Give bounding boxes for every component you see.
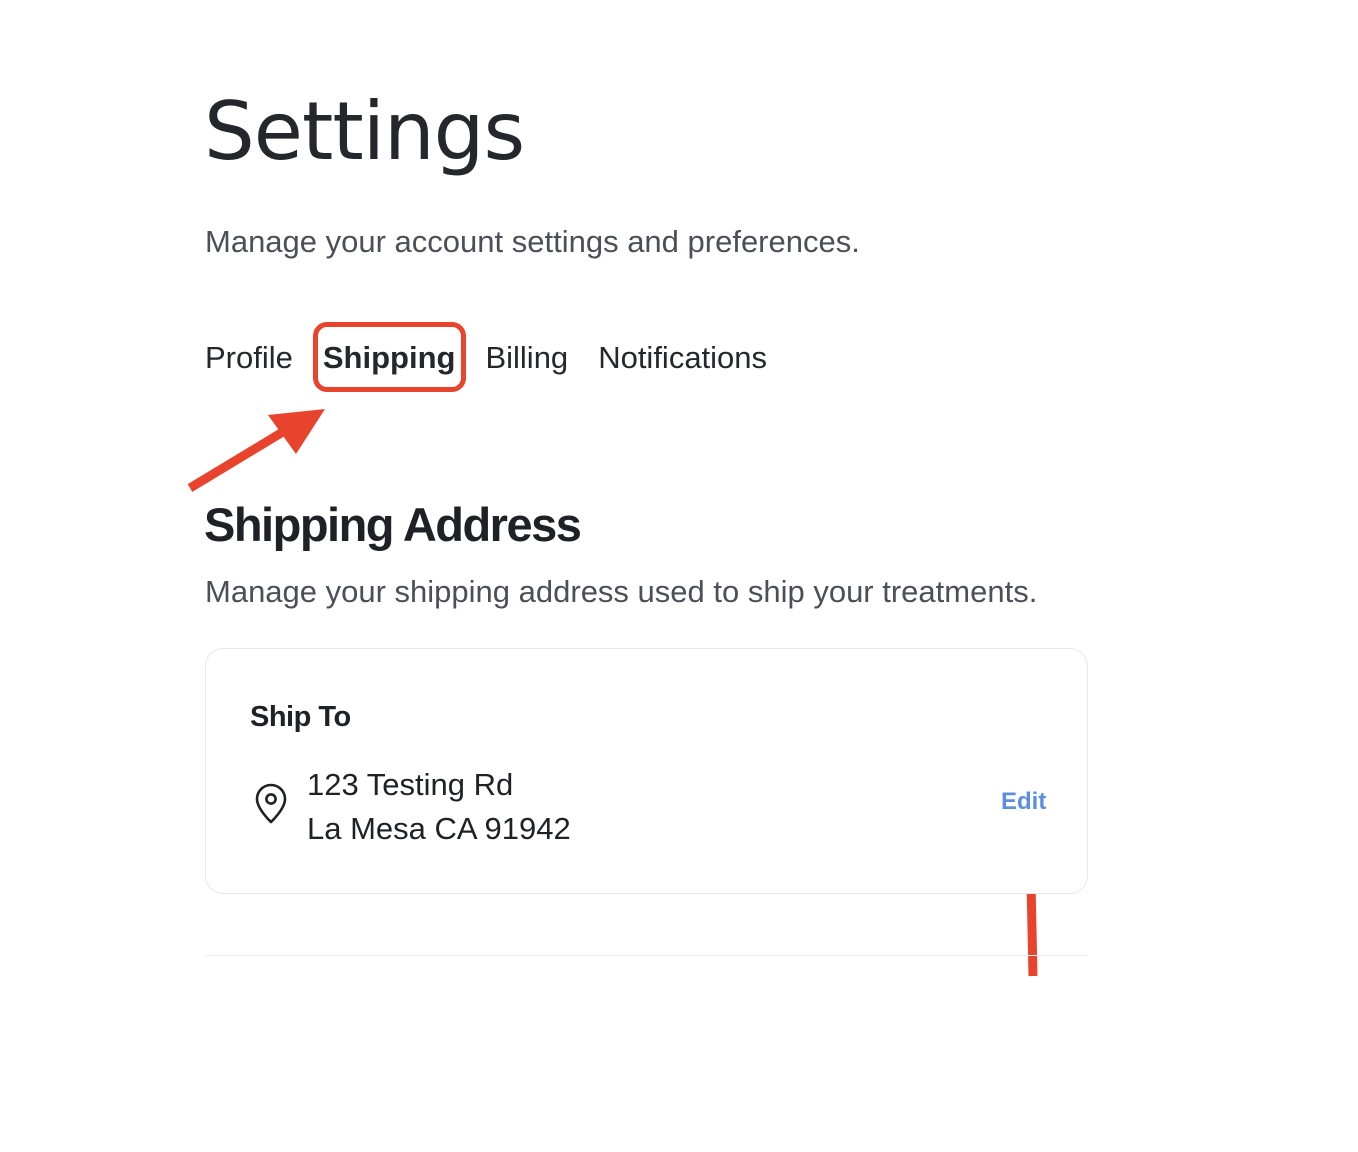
card-title: Ship To [250, 701, 351, 733]
address-line-1: 123 Testing Rd [307, 767, 514, 802]
section-divider [205, 955, 1088, 956]
address-line-2: La Mesa CA 91942 [307, 811, 571, 846]
map-pin-icon [255, 783, 287, 824]
arrow-to-shipping-tab [187, 409, 325, 492]
ship-to-card: Ship To 123 Testing Rd La Mesa CA 91942 … [205, 648, 1088, 894]
edit-address-link[interactable]: Edit [1001, 787, 1046, 817]
section-subtitle: Manage your shipping address used to shi… [205, 574, 1038, 609]
section-title: Shipping Address [204, 498, 582, 551]
shipping-address: 123 Testing Rd La Mesa CA 91942 [307, 763, 571, 851]
